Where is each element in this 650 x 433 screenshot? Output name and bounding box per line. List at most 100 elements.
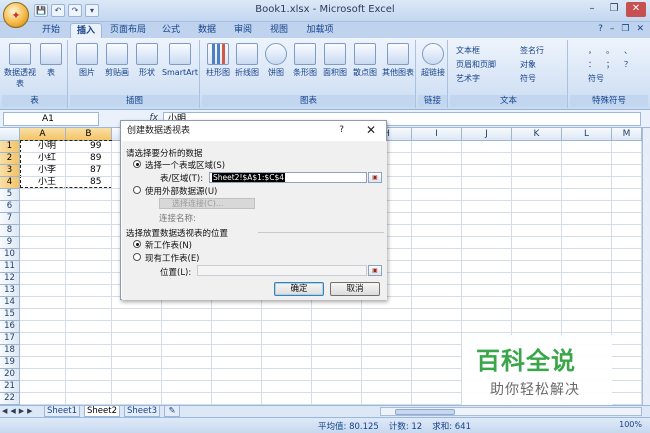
tab-addins[interactable]: 加载项	[300, 23, 340, 38]
object-button[interactable]: 对象	[520, 59, 536, 70]
radio-select-range-label[interactable]: 选择一个表或区域(S)	[145, 159, 225, 171]
cell-a4[interactable]: 小王	[38, 177, 56, 188]
radio-existing-worksheet[interactable]	[133, 253, 141, 261]
location-picker-icon[interactable]: ▣	[368, 265, 382, 276]
row-header-8[interactable]: 8	[0, 225, 20, 237]
comma-symbol-button[interactable]: ，	[588, 45, 596, 56]
smartart-button[interactable]: SmartArt	[161, 43, 199, 78]
select-all-corner[interactable]	[0, 128, 20, 141]
column-header-m[interactable]: M	[612, 128, 642, 141]
tab-view[interactable]: 视图	[264, 23, 294, 38]
location-input[interactable]	[197, 265, 367, 276]
semicolon-symbol-button[interactable]: ；	[606, 59, 614, 70]
close-button[interactable]: ✕	[626, 2, 646, 17]
row-header-11[interactable]: 11	[0, 261, 20, 273]
pivot-table-button[interactable]: 数据透视表	[4, 43, 36, 89]
cell-b1[interactable]: 99	[90, 141, 101, 152]
maximize-button[interactable]: ❐	[604, 2, 624, 17]
row-header-4[interactable]: 4	[0, 177, 20, 189]
radio-external-source-label[interactable]: 使用外部数据源(U)	[145, 185, 217, 197]
doc-close-button[interactable]: ✕	[636, 24, 644, 34]
enum-comma-symbol-button[interactable]: 、	[624, 45, 632, 56]
colon-symbol-button[interactable]: ：	[588, 59, 596, 70]
vertical-scrollbar[interactable]	[642, 128, 650, 405]
row-header-7[interactable]: 7	[0, 213, 20, 225]
shapes-button[interactable]: 形状	[134, 43, 160, 78]
pie-chart-button[interactable]: 饼图	[263, 43, 289, 78]
range-picker-icon[interactable]: ▣	[368, 172, 382, 183]
clipart-button[interactable]: 剪贴画	[102, 43, 132, 78]
signature-line-button[interactable]: 签名行	[520, 45, 544, 56]
column-header-k[interactable]: K	[512, 128, 562, 141]
row-header-12[interactable]: 12	[0, 273, 20, 285]
row-header-16[interactable]: 16	[0, 321, 20, 333]
insert-sheet-icon[interactable]: ✎	[164, 406, 180, 417]
tab-data[interactable]: 数据	[192, 23, 222, 38]
other-charts-button[interactable]: 其他图表	[381, 43, 415, 78]
radio-existing-worksheet-label[interactable]: 现有工作表(E)	[145, 252, 200, 264]
row-header-22[interactable]: 22	[0, 393, 20, 405]
picture-button[interactable]: 图片	[74, 43, 100, 78]
cell-a1[interactable]: 小明	[38, 141, 56, 152]
question-symbol-button[interactable]: ？	[624, 59, 632, 70]
doc-minimize-button[interactable]: –	[610, 24, 615, 34]
dialog-close-icon[interactable]: ✕	[366, 123, 376, 137]
sheet-tab-3[interactable]: Sheet3	[124, 406, 160, 417]
column-chart-button[interactable]: 柱形图	[204, 43, 232, 78]
symbol-button[interactable]: 符号	[520, 73, 536, 84]
cancel-button[interactable]: 取消	[330, 282, 380, 296]
office-button[interactable]: ✦	[3, 2, 29, 28]
cell-b4[interactable]: 85	[90, 177, 101, 188]
radio-new-worksheet[interactable]	[133, 240, 141, 248]
radio-select-range[interactable]	[133, 160, 141, 168]
range-input[interactable]: Sheet2!$A$1:$C$4	[209, 172, 367, 183]
row-header-10[interactable]: 10	[0, 249, 20, 261]
row-header-15[interactable]: 15	[0, 309, 20, 321]
horizontal-scroll-thumb[interactable]	[395, 409, 455, 415]
horizontal-scrollbar[interactable]	[380, 407, 642, 416]
row-header-3[interactable]: 3	[0, 165, 20, 177]
radio-external-source[interactable]	[133, 186, 141, 194]
row-header-17[interactable]: 17	[0, 333, 20, 345]
cell-a3[interactable]: 小李	[38, 165, 56, 176]
ok-button[interactable]: 确定	[274, 282, 324, 296]
line-chart-button[interactable]: 折线图	[233, 43, 261, 78]
row-header-14[interactable]: 14	[0, 297, 20, 309]
cell-a2[interactable]: 小红	[38, 153, 56, 164]
help-icon[interactable]: ?	[598, 24, 603, 34]
cell-b3[interactable]: 87	[90, 165, 101, 176]
row-header-9[interactable]: 9	[0, 237, 20, 249]
row-header-19[interactable]: 19	[0, 357, 20, 369]
area-chart-button[interactable]: 面积图	[321, 43, 349, 78]
row-header-21[interactable]: 21	[0, 381, 20, 393]
sheet-nav-arrows[interactable]: ◀◀▶▶	[2, 407, 36, 415]
row-header-2[interactable]: 2	[0, 153, 20, 165]
column-header-i[interactable]: I	[412, 128, 462, 141]
textbox-button[interactable]: 文本框	[456, 45, 480, 56]
period-symbol-button[interactable]: 。	[606, 45, 614, 56]
tab-review[interactable]: 审阅	[228, 23, 258, 38]
dialog-help-icon[interactable]: ?	[339, 125, 344, 135]
hyperlink-button[interactable]: 超链接	[419, 43, 447, 78]
zoom-level[interactable]: 100%	[619, 420, 642, 429]
wordart-button[interactable]: 艺术字	[456, 73, 480, 84]
table-button[interactable]: 表	[38, 43, 64, 78]
cell-b2[interactable]: 89	[90, 153, 101, 164]
column-header-j[interactable]: J	[462, 128, 512, 141]
row-header-20[interactable]: 20	[0, 369, 20, 381]
more-symbols-button[interactable]: 符号	[588, 73, 604, 84]
minimize-button[interactable]: –	[582, 2, 602, 17]
sheet-tab-1[interactable]: Sheet1	[44, 406, 80, 417]
row-header-6[interactable]: 6	[0, 201, 20, 213]
tab-home[interactable]: 开始	[33, 23, 69, 38]
doc-restore-button[interactable]: ❐	[621, 24, 629, 34]
tab-insert[interactable]: 插入	[70, 23, 102, 38]
column-header-l[interactable]: L	[562, 128, 612, 141]
header-footer-button[interactable]: 页眉和页脚	[456, 59, 496, 70]
name-box[interactable]: A1	[3, 112, 99, 126]
row-header-5[interactable]: 5	[0, 189, 20, 201]
row-header-13[interactable]: 13	[0, 285, 20, 297]
sheet-tab-2[interactable]: Sheet2	[84, 406, 120, 417]
scatter-chart-button[interactable]: 散点图	[351, 43, 379, 78]
tab-page-layout[interactable]: 页面布局	[106, 23, 150, 38]
